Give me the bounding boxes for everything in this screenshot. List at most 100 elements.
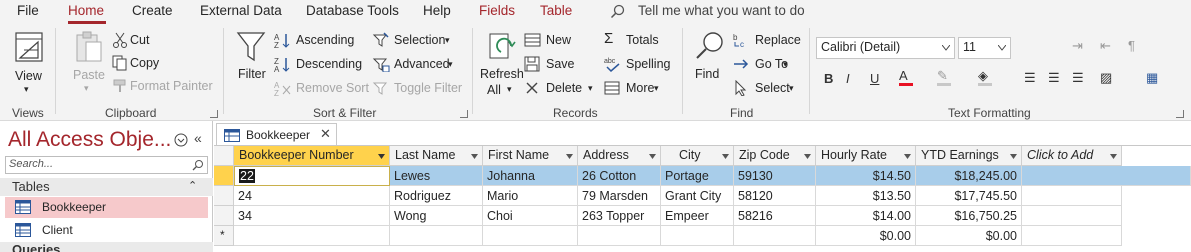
- chevron-down-icon[interactable]: [722, 154, 729, 159]
- cell-ytd-earnings[interactable]: $16,750.25: [916, 206, 1022, 226]
- chevron-down-icon[interactable]: [566, 154, 573, 159]
- cell-hourly-rate[interactable]: $14.50: [816, 166, 916, 186]
- cell-last-name[interactable]: Wong: [390, 206, 483, 226]
- cell-ytd-earnings[interactable]: $17,745.50: [916, 186, 1022, 206]
- cell-last-name[interactable]: Rodriguez: [390, 186, 483, 206]
- cell-first-name[interactable]: Choi: [483, 206, 578, 226]
- highlight-color-icon[interactable]: ✎: [937, 69, 951, 86]
- column-header-city[interactable]: City: [661, 146, 734, 166]
- cell-address[interactable]: 26 Cotton: [578, 166, 661, 186]
- chevron-down-icon[interactable]: [378, 154, 385, 159]
- cell-click-to-add[interactable]: [1022, 166, 1191, 186]
- cell-address[interactable]: [578, 226, 661, 246]
- filter-button[interactable]: Filter: [236, 30, 268, 90]
- menu-fields[interactable]: Fields: [479, 3, 515, 18]
- align-center-icon[interactable]: ☰: [1048, 70, 1060, 86]
- menu-create[interactable]: Create: [132, 3, 173, 18]
- cell-bookkeeper-number[interactable]: 34: [234, 206, 390, 226]
- record-selector[interactable]: [214, 206, 234, 226]
- font-size-combo[interactable]: 11: [958, 37, 1011, 59]
- menu-home[interactable]: Home: [68, 3, 104, 18]
- cell-bookkeeper-number[interactable]: 24: [234, 186, 390, 206]
- record-selector[interactable]: [214, 186, 234, 206]
- cell-click-to-add[interactable]: [1022, 226, 1122, 246]
- menu-external-data[interactable]: External Data: [200, 3, 282, 18]
- font-color-icon[interactable]: A: [899, 69, 913, 86]
- collapse-pane-icon[interactable]: «: [194, 130, 202, 146]
- align-left-icon[interactable]: ☰: [1024, 70, 1036, 86]
- chevron-down-icon[interactable]: [649, 154, 656, 159]
- cell-hourly-rate[interactable]: $13.50: [816, 186, 916, 206]
- cell-click-to-add[interactable]: [1022, 206, 1122, 226]
- nav-item-bookkeeper[interactable]: Bookkeeper: [5, 197, 208, 218]
- italic-icon[interactable]: I: [846, 71, 850, 86]
- cell-address[interactable]: 79 Marsden: [578, 186, 661, 206]
- cell-first-name[interactable]: Johanna: [483, 166, 578, 186]
- fill-color-icon[interactable]: ◈: [978, 69, 992, 86]
- menu-table[interactable]: Table: [540, 3, 572, 18]
- cell-city[interactable]: [661, 226, 734, 246]
- cell-hourly-rate[interactable]: $14.00: [816, 206, 916, 226]
- cell-bookkeeper-number[interactable]: 22: [234, 166, 390, 186]
- document-tab-bookkeeper[interactable]: Bookkeeper ✕: [216, 123, 337, 146]
- increase-indent-icon[interactable]: ⇥: [1072, 38, 1083, 54]
- column-header-ytd-earnings[interactable]: YTD Earnings: [916, 146, 1022, 166]
- find-button[interactable]: Find: [692, 30, 726, 90]
- view-button[interactable]: View ▾: [10, 28, 48, 100]
- cell-city[interactable]: Portage: [661, 166, 734, 186]
- align-right-icon[interactable]: ☰: [1072, 70, 1084, 86]
- refresh-all-button[interactable]: Refresh All ▾: [480, 30, 524, 100]
- dialog-launcher-icon[interactable]: [460, 110, 468, 118]
- column-header-address[interactable]: Address: [578, 146, 661, 166]
- gridlines-icon[interactable]: ▦: [1146, 70, 1158, 86]
- column-header-zip-code[interactable]: Zip Code: [734, 146, 816, 166]
- column-header-first-name[interactable]: First Name: [483, 146, 578, 166]
- chevron-down-icon[interactable]: [471, 154, 478, 159]
- underline-icon[interactable]: U: [870, 71, 879, 86]
- close-icon[interactable]: ✕: [320, 126, 331, 142]
- decrease-indent-icon[interactable]: ⇤: [1100, 38, 1111, 54]
- new-record-selector[interactable]: *: [214, 226, 234, 246]
- nav-item-client[interactable]: Client: [5, 220, 208, 241]
- cell-zip-code[interactable]: [734, 226, 816, 246]
- cell-last-name[interactable]: Lewes: [390, 166, 483, 186]
- font-name-combo[interactable]: Calibri (Detail): [816, 37, 955, 59]
- nav-section-tables[interactable]: Tables ⌃: [0, 178, 213, 196]
- cell-address[interactable]: 263 Topper: [578, 206, 661, 226]
- cell-first-name[interactable]: Mario: [483, 186, 578, 206]
- paste-button[interactable]: Paste ▾: [70, 30, 106, 96]
- dialog-launcher-icon[interactable]: [1176, 110, 1184, 118]
- column-header-click-to-add[interactable]: Click to Add: [1022, 146, 1122, 166]
- cell-zip-code[interactable]: 58216: [734, 206, 816, 226]
- cell-hourly-rate[interactable]: $0.00: [816, 226, 916, 246]
- paragraph-direction-icon[interactable]: ¶: [1128, 38, 1135, 53]
- cell-ytd-earnings[interactable]: $18,245.00: [916, 166, 1022, 186]
- cell-city[interactable]: Empeer: [661, 206, 734, 226]
- nav-search-input[interactable]: Search...: [5, 156, 208, 174]
- bold-icon[interactable]: B: [824, 71, 833, 86]
- dialog-launcher-icon[interactable]: [210, 110, 218, 118]
- column-header-hourly-rate[interactable]: Hourly Rate: [816, 146, 916, 166]
- record-selector[interactable]: [214, 166, 234, 186]
- alternate-row-color-icon[interactable]: ▨: [1100, 70, 1112, 86]
- nav-section-queries[interactable]: Queries: [0, 242, 213, 252]
- chevron-down-icon[interactable]: [1110, 154, 1117, 159]
- menu-help[interactable]: Help: [423, 3, 451, 18]
- cell-bookkeeper-number[interactable]: [234, 226, 390, 246]
- cell-city[interactable]: Grant City: [661, 186, 734, 206]
- cell-ytd-earnings[interactable]: $0.00: [916, 226, 1022, 246]
- menu-file[interactable]: File: [17, 3, 39, 18]
- cell-first-name[interactable]: [483, 226, 578, 246]
- select-all-corner[interactable]: [214, 146, 234, 166]
- column-header-bookkeeper-number[interactable]: Bookkeeper Number: [234, 146, 390, 166]
- chevron-down-icon[interactable]: [1010, 154, 1017, 159]
- cell-zip-code[interactable]: 58120: [734, 186, 816, 206]
- cell-click-to-add[interactable]: [1022, 186, 1122, 206]
- chevron-down-icon[interactable]: [804, 154, 811, 159]
- column-header-last-name[interactable]: Last Name: [390, 146, 483, 166]
- nav-pane-title[interactable]: All Access Obje...: [8, 128, 171, 152]
- menu-database-tools[interactable]: Database Tools: [306, 3, 399, 18]
- cell-last-name[interactable]: [390, 226, 483, 246]
- cell-zip-code[interactable]: 59130: [734, 166, 816, 186]
- nav-menu-chevron-icon[interactable]: [174, 133, 188, 147]
